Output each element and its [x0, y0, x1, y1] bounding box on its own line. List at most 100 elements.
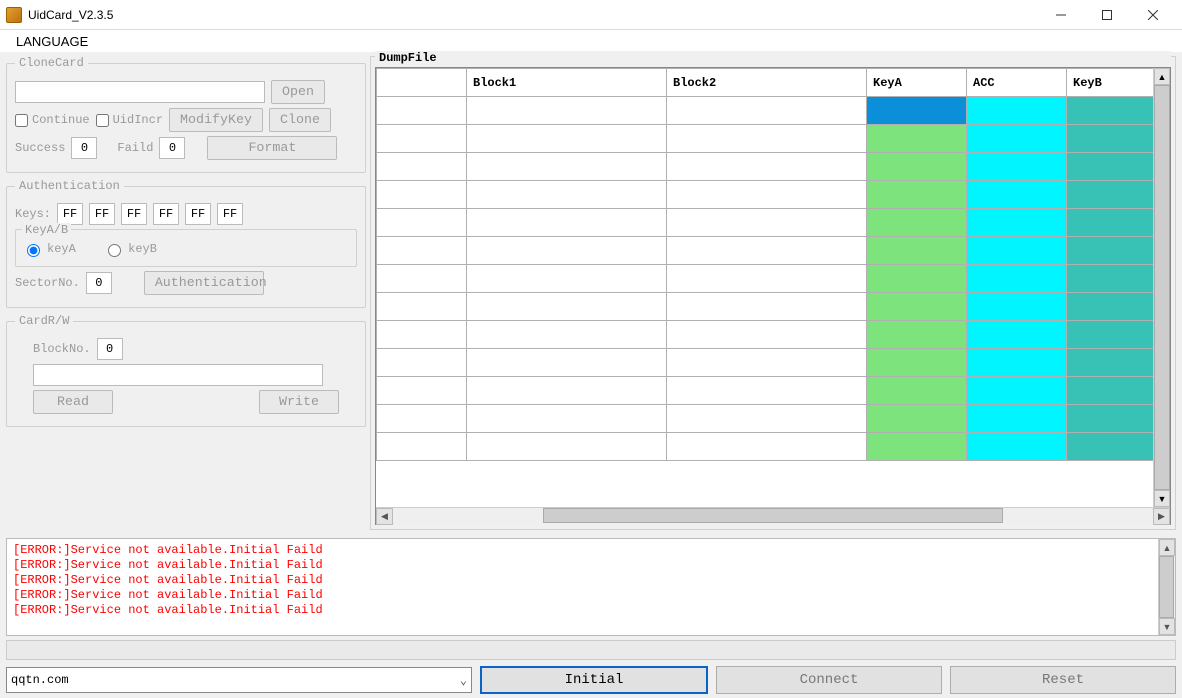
write-button[interactable]: Write — [259, 390, 339, 414]
hscroll-right-arrow[interactable]: ▶ — [1153, 508, 1170, 525]
table-cell[interactable] — [467, 153, 667, 181]
table-cell[interactable] — [377, 321, 467, 349]
keyb-radio[interactable]: keyB — [103, 241, 157, 257]
maximize-button[interactable] — [1084, 0, 1130, 30]
dump-vertical-scrollbar[interactable]: ▲ ▼ — [1153, 68, 1170, 507]
authentication-button[interactable]: Authentication — [144, 271, 264, 295]
table-cell[interactable] — [867, 125, 967, 153]
table-cell[interactable] — [967, 321, 1067, 349]
uidincr-checkbox[interactable]: UidIncr — [96, 113, 163, 127]
table-cell[interactable] — [667, 293, 867, 321]
clonecard-file-input[interactable] — [15, 81, 265, 103]
table-row[interactable] — [377, 125, 1154, 153]
table-cell[interactable] — [667, 433, 867, 461]
table-cell[interactable] — [1067, 265, 1154, 293]
table-cell[interactable] — [867, 321, 967, 349]
dump-header[interactable]: KeyB — [1067, 69, 1154, 97]
table-cell[interactable] — [467, 97, 667, 125]
table-cell[interactable] — [377, 349, 467, 377]
close-button[interactable] — [1130, 0, 1176, 30]
table-cell[interactable] — [467, 181, 667, 209]
keya-radio[interactable]: keyA — [22, 241, 76, 257]
table-cell[interactable] — [967, 125, 1067, 153]
table-cell[interactable] — [1067, 377, 1154, 405]
table-row[interactable] — [377, 153, 1154, 181]
table-cell[interactable] — [467, 349, 667, 377]
table-cell[interactable] — [467, 321, 667, 349]
table-cell[interactable] — [377, 377, 467, 405]
dump-header[interactable]: KeyA — [867, 69, 967, 97]
table-cell[interactable] — [867, 153, 967, 181]
table-cell[interactable] — [377, 209, 467, 237]
table-cell[interactable] — [867, 405, 967, 433]
table-cell[interactable] — [967, 237, 1067, 265]
modifykey-button[interactable]: ModifyKey — [169, 108, 263, 132]
open-button[interactable]: Open — [271, 80, 325, 104]
table-cell[interactable] — [377, 237, 467, 265]
table-cell[interactable] — [967, 97, 1067, 125]
table-cell[interactable] — [377, 405, 467, 433]
table-cell[interactable] — [867, 433, 967, 461]
hscroll-left-arrow[interactable]: ◀ — [376, 508, 393, 525]
key-3[interactable] — [153, 203, 179, 225]
table-cell[interactable] — [967, 293, 1067, 321]
log-text[interactable]: [ERROR:]Service not available.Initial Fa… — [7, 539, 1158, 635]
table-cell[interactable] — [967, 349, 1067, 377]
key-5[interactable] — [217, 203, 243, 225]
table-cell[interactable] — [967, 153, 1067, 181]
table-row[interactable] — [377, 237, 1154, 265]
table-cell[interactable] — [667, 181, 867, 209]
key-0[interactable] — [57, 203, 83, 225]
read-button[interactable]: Read — [33, 390, 113, 414]
dump-horizontal-scrollbar[interactable]: ◀ ▶ — [376, 507, 1170, 524]
table-cell[interactable] — [667, 153, 867, 181]
table-cell[interactable] — [867, 349, 967, 377]
table-cell[interactable] — [967, 433, 1067, 461]
reset-button[interactable]: Reset — [950, 666, 1176, 694]
table-cell[interactable] — [867, 237, 967, 265]
blockno-value[interactable] — [97, 338, 123, 360]
table-cell[interactable] — [867, 181, 967, 209]
table-cell[interactable] — [667, 237, 867, 265]
table-cell[interactable] — [1067, 125, 1154, 153]
log-vertical-scrollbar[interactable]: ▲ ▼ — [1158, 539, 1175, 635]
log-scroll-down[interactable]: ▼ — [1159, 618, 1175, 635]
table-cell[interactable] — [1067, 181, 1154, 209]
table-row[interactable] — [377, 405, 1154, 433]
key-1[interactable] — [89, 203, 115, 225]
table-cell[interactable] — [967, 209, 1067, 237]
table-cell[interactable] — [467, 293, 667, 321]
table-cell[interactable] — [967, 377, 1067, 405]
table-cell[interactable] — [667, 377, 867, 405]
table-row[interactable] — [377, 293, 1154, 321]
table-cell[interactable] — [667, 321, 867, 349]
table-cell[interactable] — [1067, 433, 1154, 461]
table-cell[interactable] — [867, 293, 967, 321]
format-button[interactable]: Format — [207, 136, 337, 160]
faild-value[interactable] — [159, 137, 185, 159]
clone-button[interactable]: Clone — [269, 108, 331, 132]
table-cell[interactable] — [667, 265, 867, 293]
table-cell[interactable] — [467, 209, 667, 237]
key-2[interactable] — [121, 203, 147, 225]
continue-checkbox[interactable]: Continue — [15, 113, 90, 127]
table-cell[interactable] — [1067, 349, 1154, 377]
cardrw-data-input[interactable] — [33, 364, 323, 386]
table-cell[interactable] — [1067, 237, 1154, 265]
dump-header[interactable]: ACC — [967, 69, 1067, 97]
table-cell[interactable] — [467, 377, 667, 405]
table-cell[interactable] — [667, 405, 867, 433]
table-cell[interactable] — [1067, 405, 1154, 433]
table-row[interactable] — [377, 265, 1154, 293]
table-row[interactable] — [377, 377, 1154, 405]
dump-header[interactable]: Block1 — [467, 69, 667, 97]
table-cell[interactable] — [967, 265, 1067, 293]
table-cell[interactable] — [1067, 293, 1154, 321]
table-row[interactable] — [377, 97, 1154, 125]
table-cell[interactable] — [1067, 153, 1154, 181]
key-4[interactable] — [185, 203, 211, 225]
table-cell[interactable] — [377, 181, 467, 209]
table-cell[interactable] — [377, 153, 467, 181]
table-cell[interactable] — [967, 181, 1067, 209]
menu-language[interactable]: LANGUAGE — [10, 34, 94, 49]
